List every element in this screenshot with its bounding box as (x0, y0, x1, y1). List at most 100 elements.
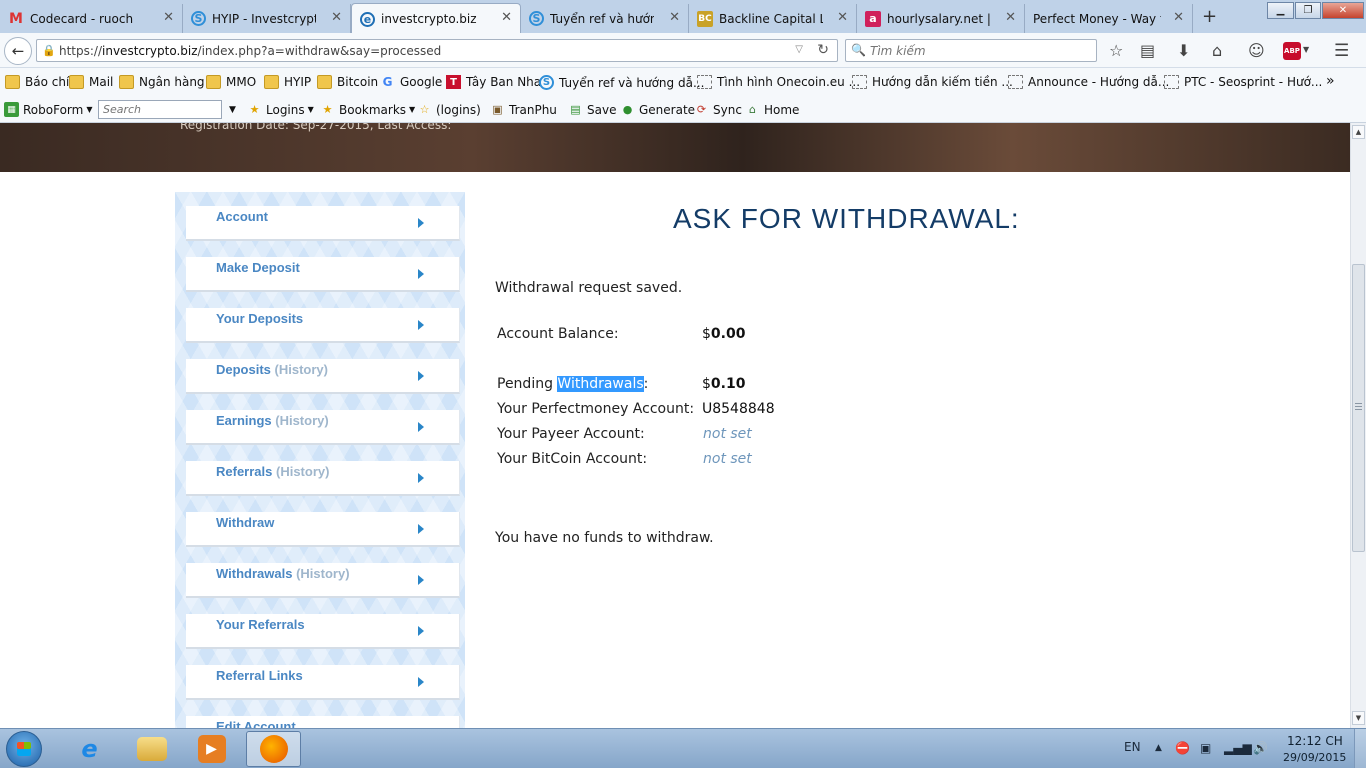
hero-banner: Registration Date: Sep-27-2015, Last Acc… (0, 123, 1350, 172)
sidebar-item-referral-links[interactable]: Referral Links (186, 665, 460, 700)
adblock-icon[interactable]: ABP (1283, 42, 1301, 60)
url-bar[interactable]: 🔒 https://investcrypto.biz/index.php?a=w… (36, 39, 838, 62)
bookmark-tay-ban-nha[interactable]: T Tây Ban Nha (446, 75, 541, 89)
tab-codecard[interactable]: M Codecard - ruochu... ✕ (0, 4, 183, 33)
arrow-right-icon (418, 575, 424, 585)
scroll-up-icon[interactable]: ▲ (1352, 125, 1365, 139)
folder-icon (69, 75, 84, 89)
bookmark-ngan-hang[interactable]: Ngân hàng (119, 75, 205, 89)
bookmark-ptc-seosprint[interactable]: PTC - Seosprint - Hướ... (1164, 75, 1322, 89)
taskbar-file-explorer[interactable] (124, 731, 179, 767)
tab-hyip[interactable]: S HYIP - Investcrypt... ✕ (183, 4, 351, 33)
clock-date[interactable]: 29/09/2015 (1283, 751, 1346, 764)
bookmark-star-icon[interactable]: ☆ (1109, 41, 1123, 60)
sidebar-item-your-deposits[interactable]: Your Deposits (186, 308, 460, 343)
roboform-search-input[interactable] (98, 100, 222, 119)
more-bookmarks-icon[interactable]: » (1326, 73, 1335, 89)
home-icon[interactable]: ⌂ (1212, 41, 1222, 60)
page-scrollbar[interactable]: ▲ ▼ (1350, 123, 1366, 728)
close-tab-icon[interactable]: ✕ (331, 10, 342, 25)
tray-expand-icon[interactable]: ▲ (1155, 743, 1162, 753)
scrollbar-thumb[interactable] (1352, 264, 1365, 552)
language-indicator[interactable]: EN (1124, 740, 1141, 754)
tab-tuyen-ref[interactable]: S Tuyển ref và hướn... ✕ (521, 4, 689, 33)
sidebar-item-withdraw[interactable]: Withdraw (186, 512, 460, 547)
close-tab-icon[interactable]: ✕ (669, 10, 680, 25)
bookmark-google[interactable]: G Google (380, 75, 443, 89)
tab-investcrypto[interactable]: e investcrypto.biz ✕ (351, 3, 521, 34)
search-dropdown-icon[interactable]: ▼ (229, 105, 236, 115)
a-icon: a (865, 10, 881, 27)
sidebar-item-deposits-history[interactable]: Deposits (History) (186, 359, 460, 394)
scroll-down-icon[interactable]: ▼ (1352, 711, 1365, 725)
roboform-button[interactable]: ▦ RoboForm ▼ (4, 102, 92, 117)
sidebar-item-earnings-history[interactable]: Earnings (History) (186, 410, 460, 445)
home-button[interactable]: ⌂ Home (745, 102, 799, 117)
bookmark-announce[interactable]: Announce - Hướng dẫ... (1008, 75, 1169, 89)
maximize-button[interactable]: ❐ (1295, 2, 1321, 19)
sidebar-item-edit-account[interactable]: Edit Account (186, 716, 460, 728)
bookmarks-button[interactable]: ★ Bookmarks ▼ (320, 102, 416, 117)
save-button[interactable]: ▤ Save (568, 102, 616, 117)
payeer-value: not set (703, 426, 752, 442)
logins-button[interactable]: ★ Logins ▼ (247, 102, 314, 117)
chat-icon[interactable]: ☺ (1248, 41, 1265, 60)
tab-hourlysalary[interactable]: a hourlysalary.net | ... ✕ (857, 4, 1025, 33)
bookmark-huong-dan[interactable]: Hướng dẫn kiếm tiền ... (852, 75, 1013, 89)
sync-button[interactable]: ⟳ Sync (694, 102, 742, 117)
sidebar-item-your-referrals[interactable]: Your Referrals (186, 614, 460, 649)
logins-paren-button[interactable]: ☆ (logins) (417, 102, 481, 117)
bookmark-mail[interactable]: Mail (69, 75, 113, 89)
close-tab-icon[interactable]: ✕ (501, 10, 512, 25)
minimize-button[interactable]: ▁ (1267, 2, 1294, 19)
close-tab-icon[interactable]: ✕ (837, 10, 848, 25)
pending-withdrawals-label: Pending Withdrawals: (497, 376, 649, 392)
sidebar-item-account[interactable]: Account (186, 206, 460, 241)
menu-icon[interactable]: ☰ (1334, 41, 1349, 61)
s-circle-icon: S (191, 11, 206, 26)
taskbar-firefox[interactable] (246, 731, 301, 767)
tab-perfect-money[interactable]: Perfect Money - Way t... ✕ (1025, 4, 1193, 33)
generate-button[interactable]: ● Generate (620, 102, 695, 117)
signal-bars-icon[interactable]: ▂▄▆ (1224, 741, 1252, 755)
history-dropdown-icon[interactable]: ▽ (795, 44, 803, 55)
bookmark-hyip[interactable]: HYIP (264, 75, 311, 89)
reading-list-icon[interactable]: ▤ (1140, 41, 1155, 60)
bookmark-bitcoin[interactable]: Bitcoin (317, 75, 378, 89)
bookmark-mmo[interactable]: MMO (206, 75, 256, 89)
close-window-button[interactable]: ✕ (1322, 2, 1364, 19)
sidebar-item-withdrawals-history[interactable]: Withdrawals (History) (186, 563, 460, 598)
tab-title: hourlysalary.net | ... (887, 11, 991, 26)
close-tab-icon[interactable]: ✕ (1005, 10, 1016, 25)
page-viewport: Registration Date: Sep-27-2015, Last Acc… (0, 123, 1350, 728)
network-error-icon[interactable]: ⛔ (1175, 741, 1190, 755)
sidebar-item-make-deposit[interactable]: Make Deposit (186, 257, 460, 292)
downloads-icon[interactable]: ⬇ (1177, 41, 1190, 60)
bookmark-tuyen-ref[interactable]: S Tuyển ref và hướng dẫ... (539, 75, 704, 90)
show-desktop-button[interactable] (1354, 729, 1366, 768)
taskbar-media-player[interactable]: ▶ (184, 731, 239, 767)
start-button[interactable] (6, 731, 42, 767)
new-tab-plus-icon[interactable]: + (1202, 6, 1217, 27)
sidebar-item-referrals-history[interactable]: Referrals (History) (186, 461, 460, 496)
reload-icon[interactable]: ↻ (817, 42, 829, 58)
s-circle-icon: S (539, 75, 554, 90)
close-tab-icon[interactable]: ✕ (1173, 10, 1184, 25)
taskbar-internet-explorer[interactable]: e (62, 731, 117, 767)
home-icon: ⌂ (749, 103, 756, 116)
folder-icon (119, 75, 134, 89)
media-player-icon: ▶ (197, 735, 226, 763)
back-arrow-icon[interactable]: ← (4, 37, 32, 65)
tranphu-button[interactable]: ▣ TranPhu (490, 102, 557, 117)
bookmark-bao-chi[interactable]: Báo chí (5, 75, 69, 89)
tab-backline-capital[interactable]: BC Backline Capital Li... ✕ (689, 4, 857, 33)
close-tab-icon[interactable]: ✕ (163, 10, 174, 25)
bookmark-onecoin[interactable]: Tình hình Onecoin.eu ... (697, 75, 860, 89)
dropdown-arrow-icon[interactable]: ▼ (1303, 45, 1309, 54)
tab-title: investcrypto.biz (381, 12, 477, 26)
clock-time[interactable]: 12:12 CH (1287, 734, 1343, 748)
tray-app-icon[interactable]: ▣ (1200, 741, 1211, 755)
search-input[interactable] (870, 42, 1090, 59)
volume-icon[interactable]: 🔊 (1253, 741, 1268, 755)
search-bar[interactable]: 🔍 (845, 39, 1097, 62)
